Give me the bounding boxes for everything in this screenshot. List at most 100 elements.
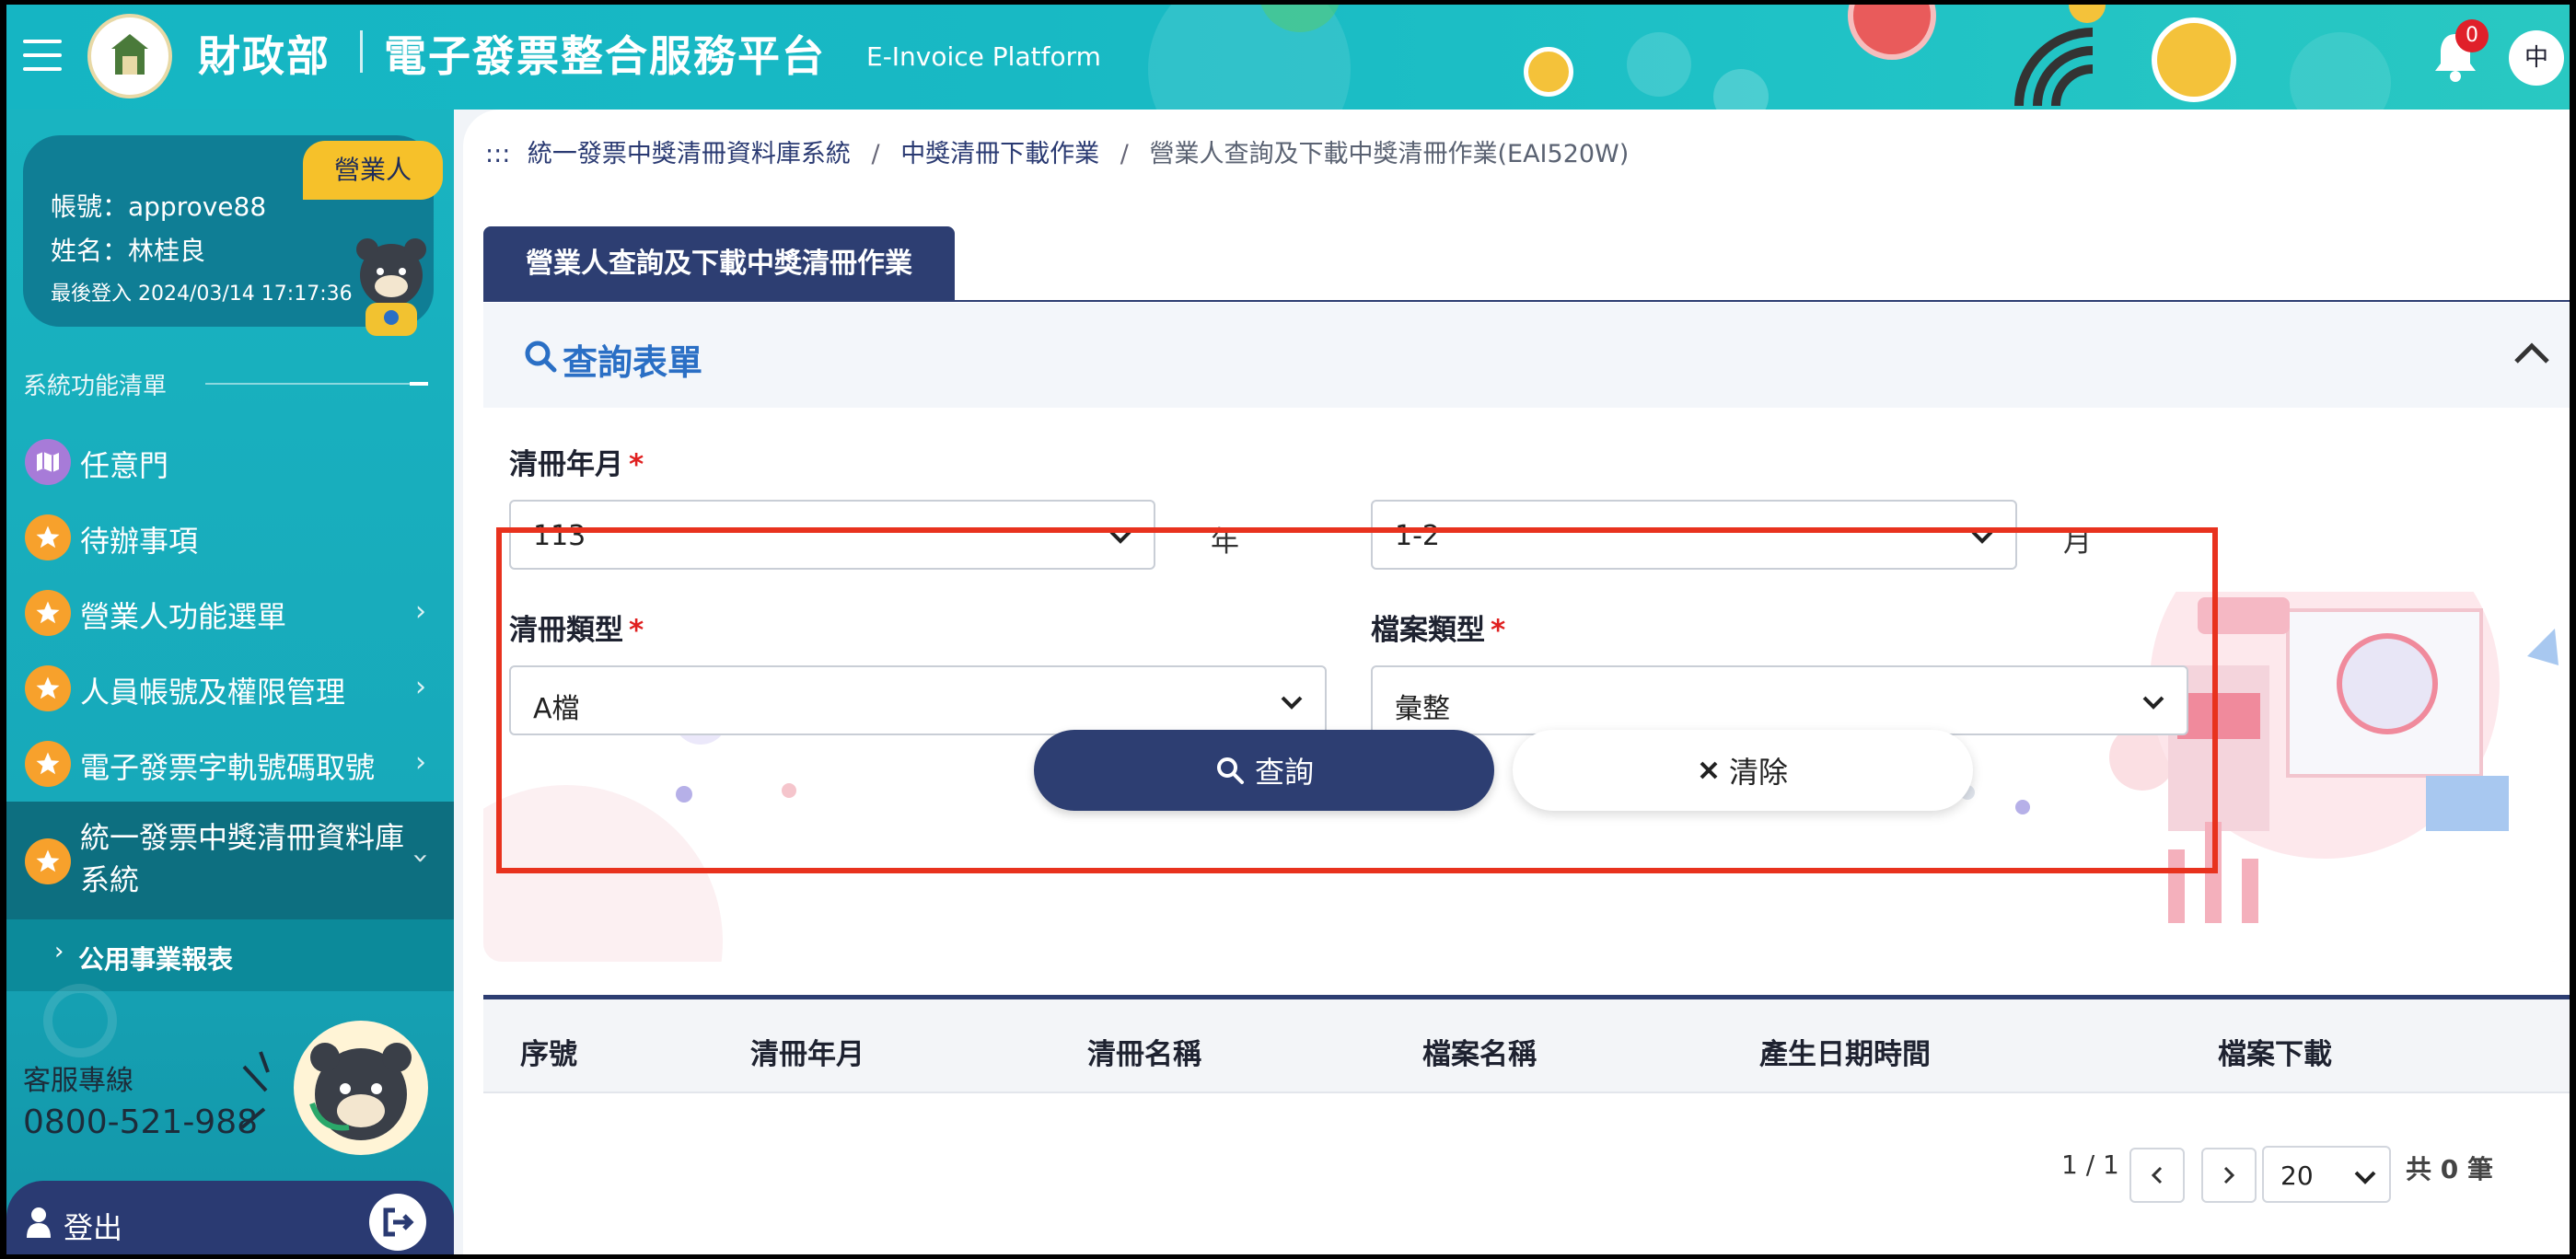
query-button[interactable]: 查詢 (1034, 730, 1494, 811)
chevron-down-icon: › (404, 852, 437, 864)
form-body: 清冊年月 * 113 年 1-2 月 清冊類型 * A檔 檔案類型 * 彙整 (483, 408, 2570, 962)
star-icon (25, 590, 71, 636)
logout-button[interactable]: 登出 (6, 1181, 454, 1254)
sidebar-item-label: 電子發票字軌號碼取號 (80, 750, 376, 785)
total-count: 共 0 筆 (2406, 1149, 2493, 1186)
decor-bubble (2290, 32, 2391, 110)
decor-bubble (1713, 69, 1769, 110)
decor-bubble (1627, 32, 1691, 97)
header-divider (360, 30, 363, 73)
sidebar-item-winning-list-database[interactable]: 統一發票中獎清冊資料庫 系統 › (6, 802, 454, 919)
total-prefix: 共 (2406, 1154, 2432, 1184)
month-select-value: 1-2 (1395, 520, 1440, 552)
list-type-select[interactable]: A檔 (509, 665, 1327, 735)
language-toggle-button[interactable]: 中 (2509, 30, 2564, 86)
column-header: 檔案下載 (2218, 1038, 2332, 1071)
sidebar-item-label-line2: 系統 (80, 862, 140, 897)
bear-mascot-icon (294, 1021, 428, 1155)
sidebar-item-label: 統一發票中獎清冊資料庫 系統 (80, 816, 404, 901)
chevron-down-icon (2142, 696, 2164, 710)
collapse-menu-icon[interactable] (410, 382, 428, 386)
breadcrumb-current: 營業人查詢及下載中獎清冊作業(EAI520W) (1149, 140, 1630, 168)
month-unit: 月 (2063, 526, 2092, 559)
column-header: 檔案名稱 (1422, 1038, 1537, 1071)
sidebar-item-shortcut[interactable]: 任意門 (6, 422, 454, 498)
column-header: 序號 (520, 1038, 577, 1071)
breadcrumb-separator: / (871, 140, 880, 168)
customer-service: 客服專線 0800-521-988 (23, 1057, 258, 1141)
service-phone: 0800-521-988 (23, 1103, 259, 1141)
form-title: 查詢表單 (563, 342, 703, 383)
chevron-right-icon: › (54, 938, 64, 965)
signal-lines-icon (240, 1051, 270, 1129)
service-label: 客服專線 (23, 1065, 133, 1097)
tab-page-title[interactable]: 營業人查詢及下載中獎清冊作業 (483, 226, 955, 302)
main-content: ::: 統一發票中獎清冊資料庫系統 / 中獎清冊下載作業 / 營業人查詢及下載中… (463, 110, 2570, 1254)
close-icon (1700, 761, 1718, 780)
sidebar-item-todo[interactable]: 待辦事項 (6, 498, 454, 573)
total-count-value: 0 (2440, 1154, 2459, 1184)
sidebar-subitem-label: 公用事業報表 (78, 944, 234, 975)
clear-button[interactable]: 清除 (1513, 730, 1973, 811)
top-header: 財政部 電子發票整合服務平台 E-Invoice Platform 0 中 (6, 5, 2570, 110)
account-text: 帳號：approve88 (51, 191, 267, 222)
breadcrumb: ::: 統一發票中獎清冊資料庫系統 / 中獎清冊下載作業 / 營業人查詢及下載中… (485, 133, 1629, 169)
column-header: 清冊年月 (750, 1038, 864, 1071)
next-page-button[interactable] (2201, 1148, 2257, 1203)
sidebar-item-account-permissions[interactable]: 人員帳號及權限管理 › (6, 649, 454, 724)
notification-count-badge: 0 (2455, 19, 2489, 52)
breadcrumb-prefix: ::: (485, 140, 511, 168)
user-icon (27, 1207, 51, 1238)
year-select[interactable]: 113 (509, 500, 1155, 570)
coin-icon (1524, 47, 1573, 97)
sidebar-item-label: 任意門 (80, 448, 169, 483)
required-mark: * (629, 448, 644, 481)
chevron-right-icon: › (415, 746, 426, 779)
bear-mascot-icon (356, 238, 426, 336)
file-type-select[interactable]: 彙整 (1371, 665, 2188, 735)
chevron-down-icon (1281, 696, 1303, 710)
sidebar-subitem-utility-report[interactable]: › 公用事業報表 (6, 919, 454, 991)
column-header: 清冊名稱 (1087, 1038, 1201, 1071)
logout-icon[interactable] (369, 1194, 426, 1251)
receipt-icon (1848, 5, 1936, 60)
chevron-down-icon (2354, 1171, 2376, 1184)
search-icon (1216, 757, 1244, 784)
required-mark: * (1491, 614, 1506, 647)
previous-page-button[interactable] (2129, 1148, 2185, 1203)
breadcrumb-link-download[interactable]: 中獎清冊下載作業 (900, 140, 1099, 168)
chevron-up-icon[interactable] (2509, 330, 2555, 376)
chevron-right-icon: › (415, 671, 426, 703)
file-type-select-value: 彙整 (1395, 693, 1450, 725)
column-header: 產生日期時間 (1759, 1038, 1931, 1071)
page-size-select[interactable]: 20 (2262, 1146, 2391, 1203)
page-info: 1 / 1 (2061, 1149, 2119, 1180)
hamburger-menu-button[interactable] (23, 40, 62, 71)
tab-underline (483, 300, 2570, 302)
star-icon (25, 741, 71, 787)
platform-title-en: E-Invoice Platform (866, 41, 1101, 72)
list-type-label: 清冊類型 * (509, 606, 644, 648)
sidebar-item-label: 待辦事項 (80, 524, 199, 559)
user-name-text: 姓名：林桂良 (51, 236, 206, 266)
chevron-down-icon (1109, 530, 1131, 544)
role-tag: 營業人 (303, 141, 443, 200)
ministry-logo (87, 14, 172, 98)
breadcrumb-separator: / (1120, 140, 1129, 168)
sidebar-item-label: 營業人功能選單 (80, 599, 287, 634)
clear-button-label: 清除 (1728, 755, 1788, 790)
menu-title-divider (205, 383, 426, 385)
list-type-label-text: 清冊類型 (509, 614, 623, 647)
required-mark: * (629, 614, 644, 647)
search-icon (525, 341, 557, 373)
table-body (483, 1093, 2570, 1254)
file-type-label-text: 檔案類型 (1371, 614, 1485, 647)
breadcrumb-link-database[interactable]: 統一發票中獎清冊資料庫系統 (528, 140, 851, 168)
page-size-value: 20 (2280, 1161, 2314, 1191)
query-form-card: 查詢表單 清冊年月 * 113 年 1-2 月 清冊類型 * A檔 檔案類型 *… (483, 303, 2570, 962)
month-select[interactable]: 1-2 (1371, 500, 2017, 570)
sidebar-item-business-menu[interactable]: 營業人功能選單 › (6, 573, 454, 649)
sidebar-item-invoice-track-numbers[interactable]: 電子發票字軌號碼取號 › (6, 724, 454, 800)
list-type-select-value: A檔 (533, 693, 580, 725)
map-icon (25, 439, 71, 485)
